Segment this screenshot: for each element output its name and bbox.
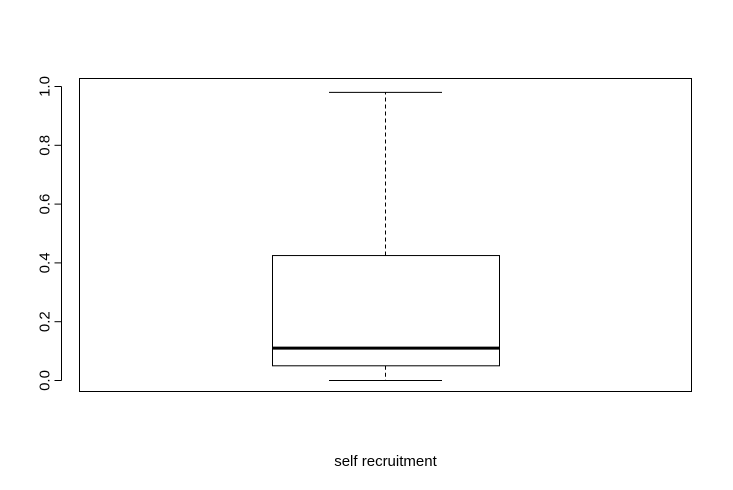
y-tick-label: 1.0 bbox=[37, 76, 54, 97]
y-tick-label: 0.0 bbox=[37, 370, 54, 391]
y-tick-label: 0.4 bbox=[37, 252, 54, 273]
chart-container: 0.0 0.2 0.4 0.6 0.8 1.0 self recruitment bbox=[0, 0, 733, 490]
x-axis-title: self recruitment bbox=[334, 453, 437, 470]
box-plot-chart: 0.0 0.2 0.4 0.6 0.8 1.0 self recruitment bbox=[37, 76, 692, 470]
y-axis: 0.0 0.2 0.4 0.6 0.8 1.0 bbox=[37, 76, 62, 391]
y-tick-label: 0.8 bbox=[37, 135, 54, 156]
box-plot bbox=[272, 91, 500, 381]
y-tick-label: 0.2 bbox=[37, 311, 54, 332]
y-tick-label: 0.6 bbox=[37, 194, 54, 215]
